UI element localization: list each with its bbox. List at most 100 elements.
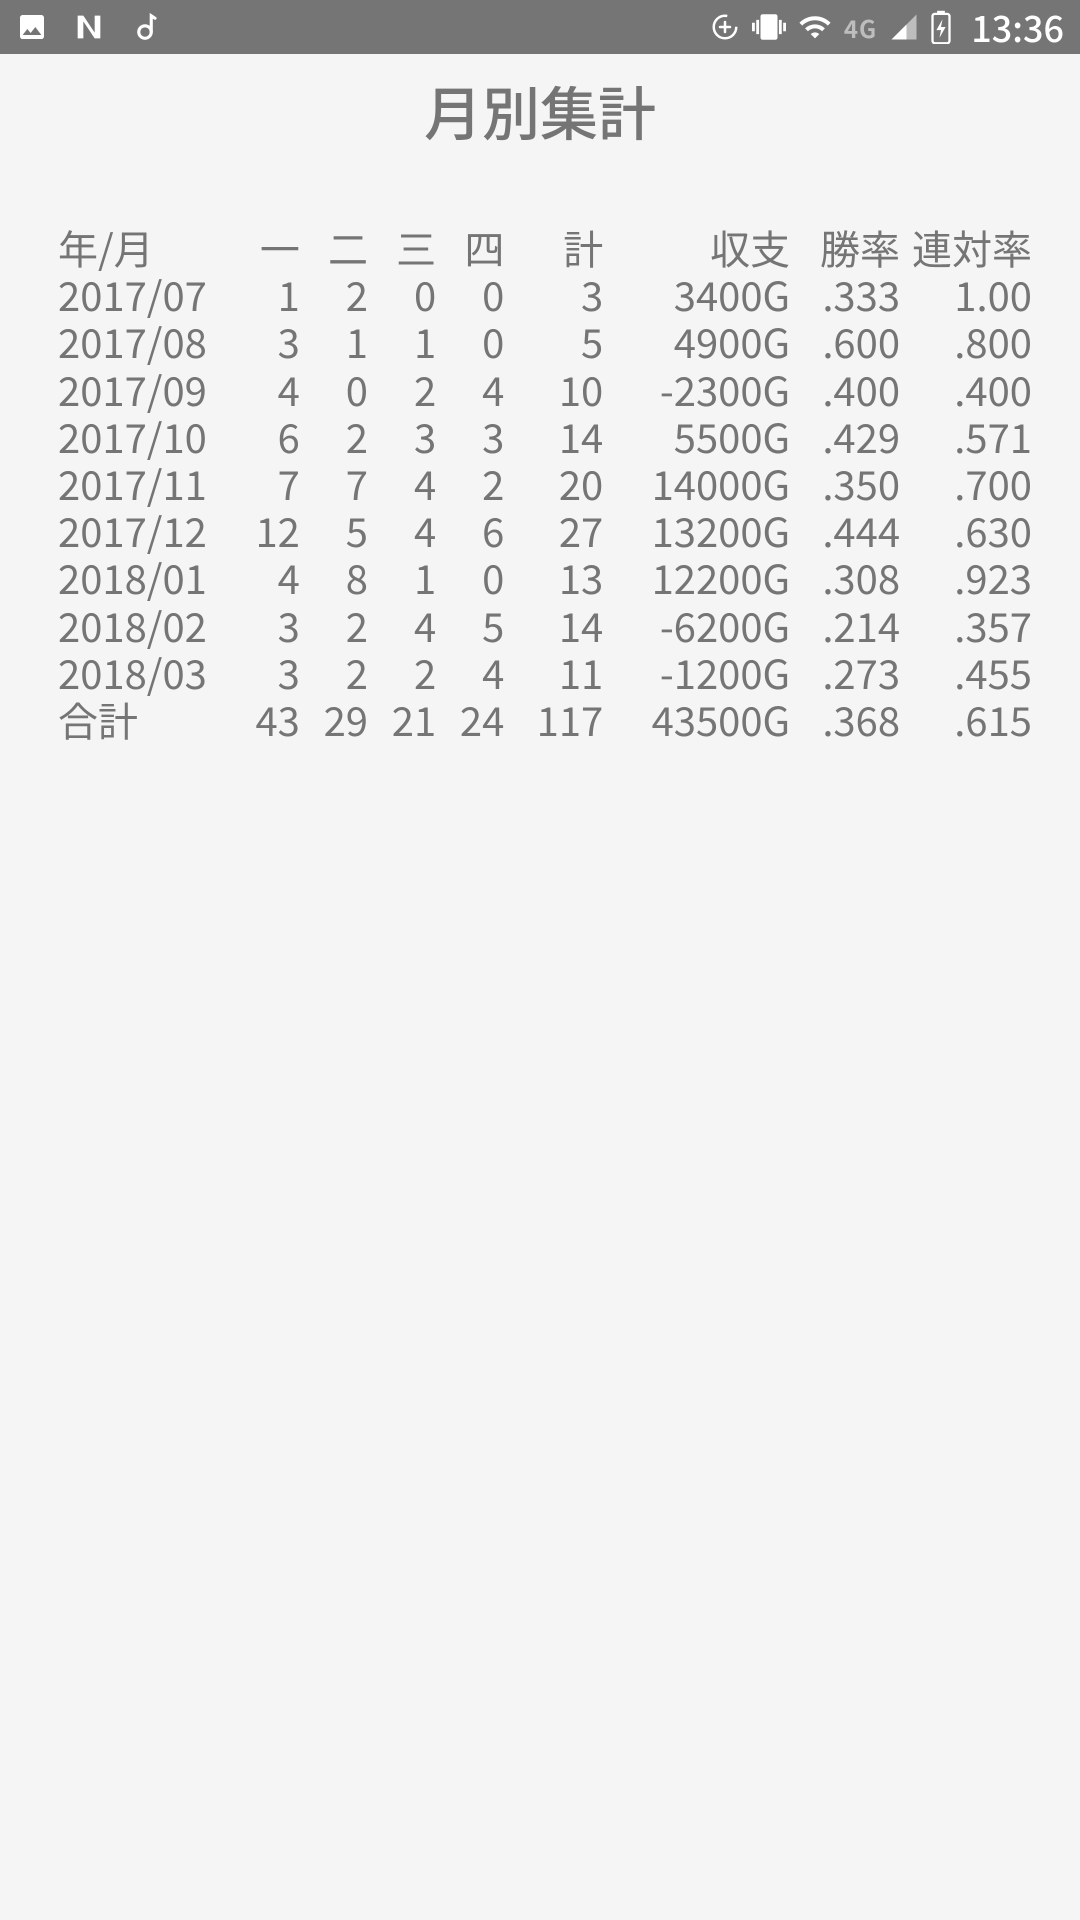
cell-c3: 2 [368, 649, 436, 696]
cell-ym: 2018/03 [58, 649, 232, 696]
battery-charging-icon [931, 10, 951, 44]
col-second: 二 [300, 224, 368, 271]
cell-ym: 2018/02 [58, 602, 232, 649]
cell-c3: 4 [368, 602, 436, 649]
cell-c2: 1 [300, 318, 368, 365]
table-row: 2017/1177422014000G.350.700 [58, 460, 1032, 507]
cell-total: 3 [504, 271, 603, 318]
cell-c3: 2 [368, 366, 436, 413]
cell-c2: 2 [300, 649, 368, 696]
cell-c1: 4 [232, 554, 300, 601]
network-label: 4G [844, 10, 877, 45]
cell-ym: 2018/01 [58, 554, 232, 601]
data-saver-icon [710, 12, 740, 42]
cell-c4: 6 [436, 507, 504, 554]
cell-c4: 0 [436, 318, 504, 365]
cell-rentai: .357 [900, 602, 1032, 649]
cell-ym: 2017/07 [58, 271, 232, 318]
cell-balance: 14000G [603, 460, 790, 507]
cell-c1: 1 [232, 271, 300, 318]
col-rentai: 連対率 [900, 224, 1032, 271]
cell-total: 13 [504, 554, 603, 601]
col-yearmonth: 年/月 [58, 224, 232, 271]
table-row: 2018/03322411-1200G.273.455 [58, 649, 1032, 696]
signal-icon [889, 12, 919, 42]
cell-c2: 0 [300, 366, 368, 413]
page-title: 月別集計 [0, 68, 1080, 152]
cell-total: 10 [504, 366, 603, 413]
cell-rentai: .630 [900, 507, 1032, 554]
status-bar: 4G 13:36 [0, 0, 1080, 54]
cell-balance: -2300G [603, 366, 790, 413]
cell-balance: -1200G [603, 649, 790, 696]
cell-ym: 2017/08 [58, 318, 232, 365]
total-winrate: .368 [790, 696, 900, 743]
cell-c3: 3 [368, 413, 436, 460]
cell-winrate: .429 [790, 413, 900, 460]
cell-c4: 2 [436, 460, 504, 507]
cell-rentai: .700 [900, 460, 1032, 507]
total-third: 21 [368, 696, 436, 743]
cell-balance: 13200G [603, 507, 790, 554]
table-total-row: 合計 43 29 21 24 117 43500G .368 .615 [58, 696, 1032, 743]
cell-balance: 4900G [603, 318, 790, 365]
cell-total: 14 [504, 602, 603, 649]
total-rentai: .615 [900, 696, 1032, 743]
status-right: 4G 13:36 [710, 1, 1064, 53]
cell-c1: 3 [232, 649, 300, 696]
cell-c2: 2 [300, 271, 368, 318]
cell-winrate: .350 [790, 460, 900, 507]
cell-c3: 1 [368, 318, 436, 365]
cell-c1: 3 [232, 602, 300, 649]
col-fourth: 四 [436, 224, 504, 271]
cell-winrate: .444 [790, 507, 900, 554]
col-third: 三 [368, 224, 436, 271]
cell-balance: -6200G [603, 602, 790, 649]
total-second: 29 [300, 696, 368, 743]
cell-c1: 12 [232, 507, 300, 554]
total-balance: 43500G [603, 696, 790, 743]
cell-balance: 12200G [603, 554, 790, 601]
total-fourth: 24 [436, 696, 504, 743]
cell-total: 20 [504, 460, 603, 507]
cell-ym: 2017/11 [58, 460, 232, 507]
cell-total: 11 [504, 649, 603, 696]
cell-c2: 8 [300, 554, 368, 601]
status-left [16, 10, 160, 44]
total-label: 合計 [58, 696, 232, 743]
table-header-row: 年/月 一 二 三 四 計 収支 勝率 連対率 [58, 224, 1032, 271]
total-first: 43 [232, 696, 300, 743]
cell-balance: 3400G [603, 271, 790, 318]
col-winrate: 勝率 [790, 224, 900, 271]
cell-rentai: .455 [900, 649, 1032, 696]
cell-winrate: .273 [790, 649, 900, 696]
cell-ym: 2017/12 [58, 507, 232, 554]
col-balance: 収支 [603, 224, 790, 271]
cell-c1: 7 [232, 460, 300, 507]
table-row: 2018/02324514-6200G.214.357 [58, 602, 1032, 649]
clock: 13:36 [971, 1, 1064, 53]
cell-c4: 0 [436, 271, 504, 318]
cell-c3: 4 [368, 460, 436, 507]
cell-c4: 4 [436, 366, 504, 413]
cell-rentai: .400 [900, 366, 1032, 413]
cell-c4: 5 [436, 602, 504, 649]
col-total: 計 [504, 224, 603, 271]
cell-rentai: 1.00 [900, 271, 1032, 318]
cell-ym: 2017/09 [58, 366, 232, 413]
cell-winrate: .600 [790, 318, 900, 365]
cell-winrate: .400 [790, 366, 900, 413]
table-row: 2017/07120033400G.3331.00 [58, 271, 1032, 318]
table-row: 2017/09402410-2300G.400.400 [58, 366, 1032, 413]
cell-rentai: .923 [900, 554, 1032, 601]
photos-icon [16, 11, 48, 43]
table-row: 2017/106233145500G.429.571 [58, 413, 1032, 460]
vibrate-icon [752, 10, 786, 44]
music-icon [130, 12, 160, 42]
cell-c4: 3 [436, 413, 504, 460]
table-row: 2017/12125462713200G.444.630 [58, 507, 1032, 554]
cell-rentai: .800 [900, 318, 1032, 365]
cell-ym: 2017/10 [58, 413, 232, 460]
cell-c3: 4 [368, 507, 436, 554]
cell-c3: 0 [368, 271, 436, 318]
